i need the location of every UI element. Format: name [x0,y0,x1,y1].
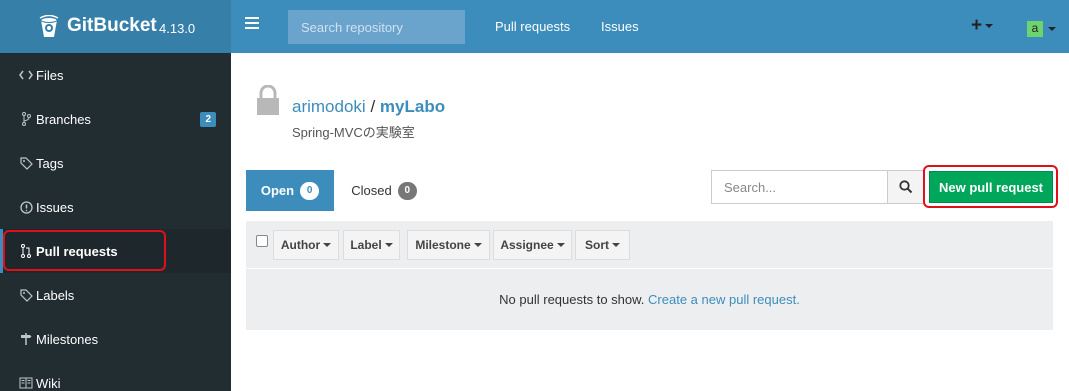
branch-icon [19,112,33,126]
chevron-down-icon [556,243,565,247]
app-name: GitBucket [67,15,157,36]
new-pull-request-button[interactable]: New pull request [929,171,1053,203]
create-pull-request-link[interactable]: Create a new pull request. [648,292,800,307]
sidebar-item-branches[interactable]: Branches 2 [0,97,231,141]
sidebar-item-label: Tags [36,155,64,171]
sidebar-item-labels[interactable]: Labels [0,273,231,317]
gitbucket-logo-icon [39,15,59,37]
filter-milestone-button[interactable]: Milestone [407,230,490,260]
branch-count-badge: 2 [200,111,216,127]
create-new-menu[interactable]: + [971,15,994,37]
filter-milestone-label: Milestone [415,238,471,252]
brand[interactable]: GitBucket 4.13.0 [0,0,231,53]
sidebar-item-files[interactable]: Files [0,53,231,97]
tab-open[interactable]: Open 0 [246,170,334,211]
filter-label-label: Label [350,238,382,252]
search-button[interactable] [887,170,924,204]
filter-assignee-label: Assignee [500,238,554,252]
sidebar-item-label: Issues [36,199,74,215]
repo-title: arimodoki / myLabo [292,97,445,117]
empty-message: No pull requests to show. [499,292,645,307]
tag-icon [19,288,33,302]
tab-closed[interactable]: Closed 0 [334,170,434,211]
pull-request-search-input[interactable] [711,170,888,204]
top-navbar: GitBucket 4.13.0 Pull requests Issues + … [0,0,1069,53]
search-repository-input[interactable] [288,10,465,44]
open-count-badge: 0 [300,181,320,200]
sidebar-item-tags[interactable]: Tags [0,141,231,185]
search-icon [898,180,912,194]
chevron-down-icon [384,243,393,247]
sidebar-item-wiki[interactable]: Wiki [0,361,231,391]
repo-separator: / [370,97,376,116]
sidebar-item-label: Branches [36,111,91,127]
nav-pull-requests[interactable]: Pull requests [495,19,570,34]
empty-state: No pull requests to show. Create a new p… [246,292,1053,307]
pull-request-list-panel: Author Label Milestone Assignee Sort No … [246,221,1053,330]
repo-description: Spring-MVCの実験室 [292,125,415,140]
closed-count-badge: 0 [397,181,417,200]
sort-label: Sort [585,238,609,252]
plus-icon: + [971,15,983,36]
sidebar-item-milestones[interactable]: Milestones [0,317,231,361]
filter-bar: Author Label Milestone Assignee Sort [246,221,1053,269]
filter-label-button[interactable]: Label [343,230,400,260]
chevron-down-icon [612,243,620,247]
sidebar-item-label: Milestones [36,331,99,347]
chevron-down-icon[interactable] [1048,27,1056,31]
sidebar-item-issues[interactable]: Issues [0,185,231,229]
milestone-icon [19,332,33,346]
lock-icon [257,85,279,115]
app-version: 4.13.0 [159,21,196,36]
chevron-down-icon [473,243,482,247]
issue-icon [19,200,33,214]
annotation-highlight-pull-requests [3,230,166,271]
user-avatar[interactable]: a [1027,21,1043,37]
filter-assignee-button[interactable]: Assignee [493,230,572,260]
chevron-down-icon [985,23,994,28]
sidebar: Files Branches 2 Tags Issues Pull reques… [0,53,231,391]
sidebar-item-label: Files [36,67,64,83]
sidebar-item-label: Labels [36,287,75,303]
code-icon [19,68,33,82]
repo-owner-link[interactable]: arimodoki [292,97,366,116]
tab-open-label: Open [260,183,295,198]
sort-button[interactable]: Sort [575,230,630,260]
filter-author-label: Author [280,238,321,252]
tab-closed-label: Closed [351,183,392,198]
sidebar-item-label: Wiki [36,375,61,391]
filter-author-button[interactable]: Author [273,230,339,260]
tag-icon [19,156,33,170]
nav-issues[interactable]: Issues [601,19,639,34]
menu-toggle-icon[interactable] [245,17,259,33]
select-all-checkbox[interactable] [256,235,268,247]
repo-name-link[interactable]: myLabo [380,97,445,116]
chevron-down-icon [323,243,332,247]
book-icon [19,376,33,390]
